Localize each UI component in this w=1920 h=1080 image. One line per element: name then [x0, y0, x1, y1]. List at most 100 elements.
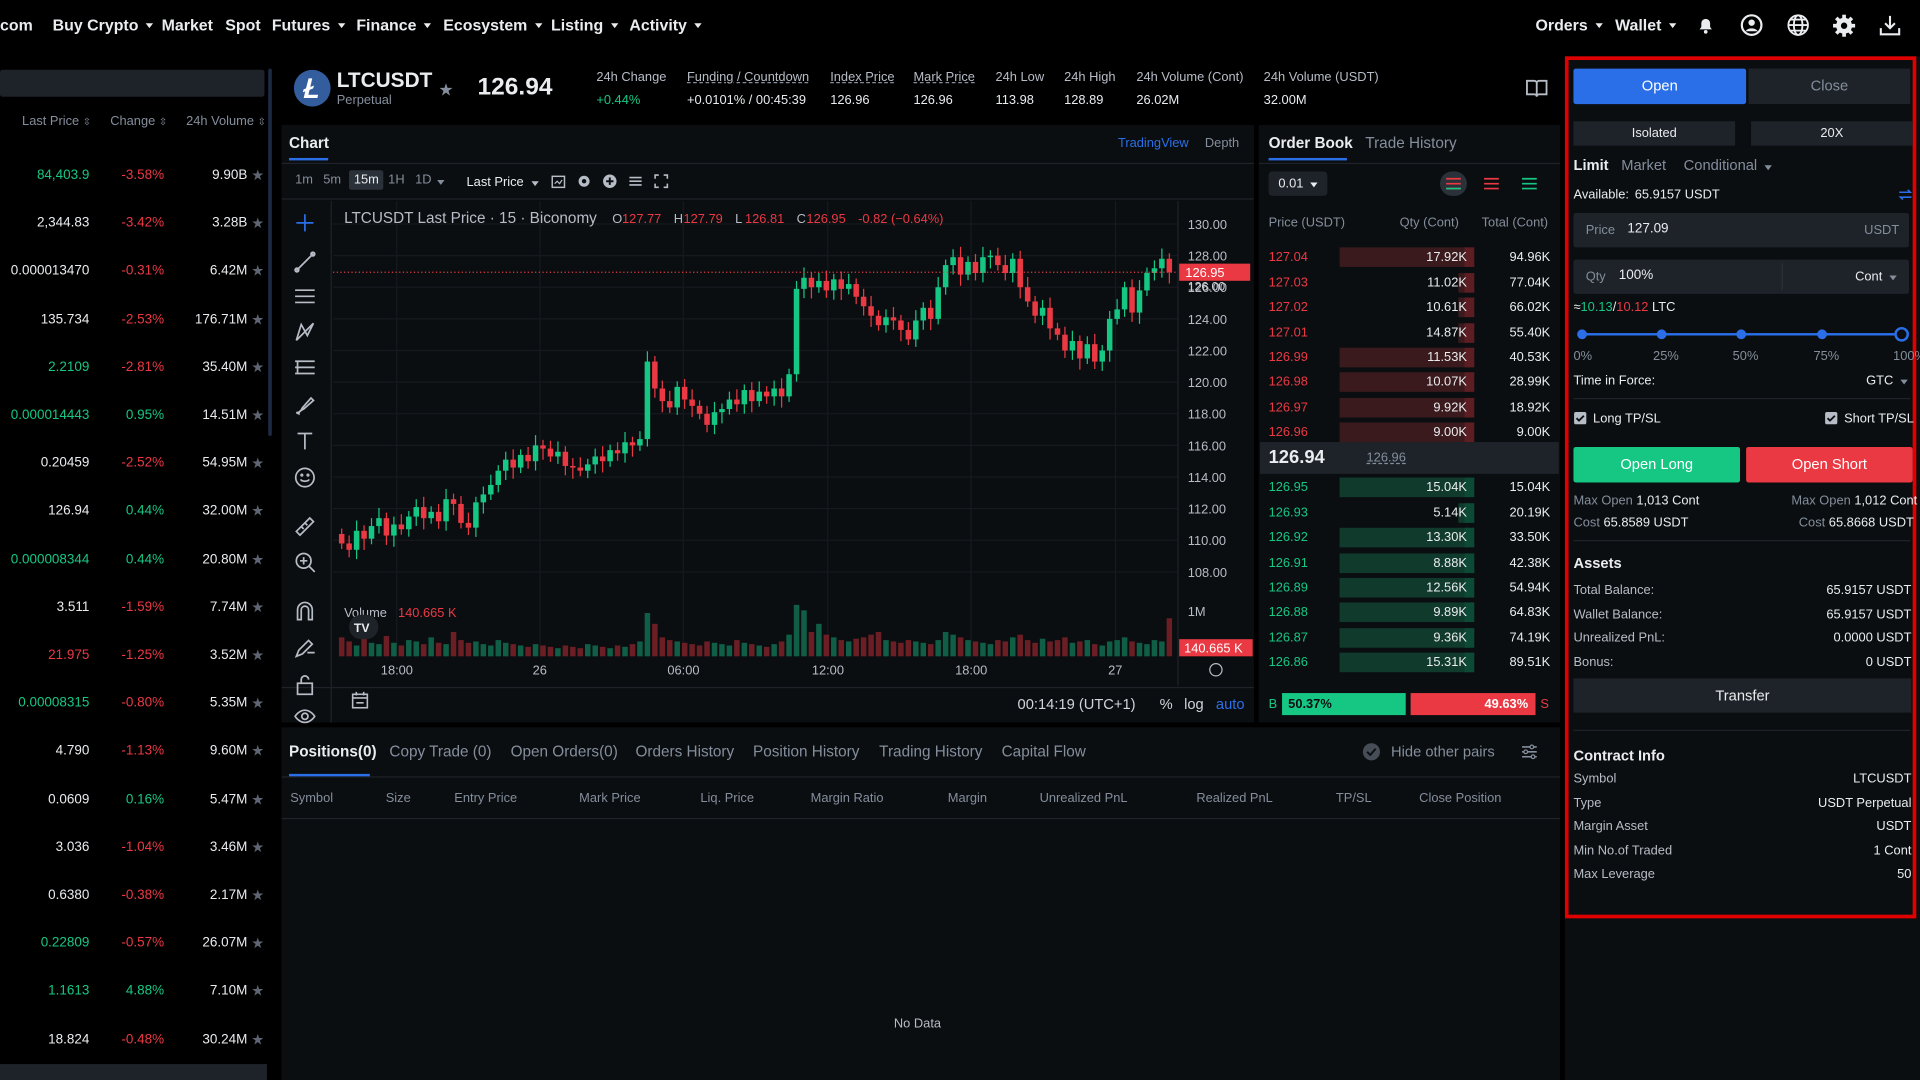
log-toggle[interactable]: log	[1184, 696, 1204, 713]
market-row[interactable]: 1.1613 4.88% 7.10M ★	[0, 968, 267, 1016]
nav-spot[interactable]: Spot	[225, 16, 260, 34]
interval-5m[interactable]: 5m	[323, 170, 341, 190]
market-row[interactable]: 0.0609 0.16% 5.47M ★	[0, 776, 267, 824]
market-scrollbar[interactable]	[268, 68, 272, 436]
slider-stop[interactable]	[1656, 329, 1667, 340]
auto-toggle[interactable]: auto	[1216, 696, 1245, 713]
hide-other-pairs[interactable]: Hide other pairs	[1391, 743, 1495, 760]
open-short-button[interactable]: Open Short	[1746, 446, 1913, 483]
bid-row[interactable]: 126.91 8.88K 42.38K	[1261, 551, 1555, 575]
close-tab-button[interactable]: Close	[1748, 68, 1911, 105]
percent-toggle[interactable]: %	[1160, 696, 1173, 713]
book-icon[interactable]	[1526, 78, 1548, 98]
short-tpsl-label[interactable]: Short TP/SL	[1844, 411, 1914, 426]
favorite-star-icon[interactable]: ★	[251, 167, 264, 184]
fib-icon[interactable]	[294, 358, 316, 380]
market-row[interactable]: 126.94 0.44% 32.00M ★	[0, 488, 267, 536]
favorite-star-icon[interactable]: ★	[251, 599, 264, 616]
favorite-star-icon[interactable]: ★	[251, 359, 264, 376]
nav-ecosystem[interactable]: Ecosystem	[443, 16, 543, 34]
market-row[interactable]: 0.22809 -0.57% 26.07M ★	[0, 920, 267, 968]
nav-activity[interactable]: Activity	[629, 16, 702, 34]
market-row[interactable]: 2.2109 -2.81% 35.40M ★	[0, 344, 267, 392]
favorite-star-icon[interactable]: ★	[251, 407, 264, 424]
open-tab-button[interactable]: Open	[1573, 68, 1747, 105]
favorite-star-icon[interactable]: ★	[251, 695, 264, 712]
qty-input[interactable]: Qty 100% Cont	[1573, 259, 1909, 294]
market-search-input[interactable]	[0, 69, 265, 97]
bid-row[interactable]: 126.86 15.31K 89.51K	[1261, 650, 1555, 674]
ask-row[interactable]: 127.02 10.61K 66.02K	[1261, 295, 1555, 319]
market-row[interactable]: 4.790 -1.13% 9.60M ★	[0, 728, 267, 776]
pitchfork-icon[interactable]	[294, 321, 316, 343]
qty-unit-select[interactable]: Cont	[1855, 269, 1897, 284]
order-type-market[interactable]: Market	[1621, 157, 1666, 174]
nav-wallet[interactable]: Wallet	[1615, 16, 1677, 34]
axis-settings-icon[interactable]	[1209, 663, 1223, 677]
favorite-star-icon[interactable]: ★	[251, 503, 264, 520]
account-icon[interactable]	[1740, 13, 1763, 37]
qty-input-value[interactable]: 100%	[1619, 268, 1653, 283]
tab-chart[interactable]: Chart	[289, 135, 329, 152]
favorite-star-icon[interactable]: ★	[251, 551, 264, 568]
interval-1m[interactable]: 1m	[295, 170, 313, 190]
bid-row[interactable]: 126.93 5.14K 20.19K	[1261, 501, 1555, 525]
precision-select[interactable]: 0.01	[1268, 171, 1328, 196]
market-row[interactable]: 18.824 -0.48% 30.24M ★	[0, 1016, 267, 1064]
text-icon[interactable]	[294, 430, 316, 452]
favorite-star-icon[interactable]: ★	[251, 743, 264, 760]
candlestick-chart[interactable]: 130.00 128.00 126.00 124.00 122.00 120.00 118.…	[333, 200, 1254, 686]
bid-row[interactable]: 126.89 12.56K 54.94K	[1261, 576, 1555, 600]
draw-lock-icon[interactable]	[294, 637, 316, 659]
view-asks-button[interactable]	[1483, 176, 1500, 191]
bell-icon[interactable]	[1695, 13, 1717, 35]
ask-row[interactable]: 126.99 11.53K 40.53K	[1261, 345, 1555, 369]
col-change[interactable]: Change ⇳	[110, 114, 167, 129]
magnet-icon[interactable]	[294, 600, 316, 622]
horizontal-lines-icon[interactable]	[294, 285, 316, 307]
settings-icon[interactable]	[1832, 13, 1856, 37]
col-last-price[interactable]: Last Price ⇳	[22, 114, 91, 129]
brush-icon[interactable]	[294, 394, 316, 416]
leverage-button[interactable]: 20X	[1751, 121, 1913, 146]
long-tpsl-label[interactable]: Long TP/SL	[1593, 411, 1661, 426]
price-input[interactable]: Price 127.09 USDT	[1573, 213, 1909, 248]
slider-stop[interactable]	[1817, 329, 1827, 340]
market-row[interactable]: 0.6380 -0.38% 2.17M ★	[0, 872, 267, 920]
logo[interactable]: com	[0, 16, 33, 34]
slider-handle[interactable]	[1894, 326, 1909, 342]
fullscreen-icon[interactable]	[654, 174, 669, 189]
bid-row[interactable]: 126.88 9.89K 64.83K	[1261, 600, 1555, 624]
margin-mode-button[interactable]: Isolated	[1573, 121, 1736, 146]
ask-row[interactable]: 127.04 17.92K 94.96K	[1261, 245, 1555, 269]
open-long-button[interactable]: Open Long	[1573, 446, 1741, 483]
market-row[interactable]: 2,344.83 -3.42% 3.28B ★	[0, 200, 267, 248]
favorite-star-icon[interactable]: ★	[251, 791, 264, 808]
interval-1H[interactable]: 1H	[388, 170, 404, 190]
market-row[interactable]: 0.00008315 -0.80% 5.35M ★	[0, 680, 267, 728]
favorite-star-icon[interactable]: ★	[251, 311, 264, 328]
market-row[interactable]: 3.511 -1.59% 7.74M ★	[0, 584, 267, 632]
trend-line-icon[interactable]	[294, 251, 316, 273]
transfer-button[interactable]: Transfer	[1573, 678, 1912, 713]
chart-settings-icon[interactable]	[577, 174, 592, 189]
col-volume[interactable]: 24h Volume ⇳	[186, 114, 266, 129]
short-tpsl-checkbox[interactable]	[1824, 411, 1838, 425]
favorite-star-icon[interactable]: ★	[438, 80, 453, 101]
market-row[interactable]: 21.975 -1.25% 3.52M ★	[0, 632, 267, 680]
zoom-in-icon[interactable]	[294, 551, 316, 573]
add-icon[interactable]	[602, 174, 617, 189]
favorite-star-icon[interactable]: ★	[251, 263, 264, 280]
ruler-icon[interactable]	[294, 514, 316, 537]
order-type-conditional[interactable]: Conditional	[1684, 157, 1772, 174]
long-tpsl-checkbox[interactable]	[1573, 411, 1587, 425]
favorite-star-icon[interactable]: ★	[251, 935, 264, 952]
nav-orders[interactable]: Orders	[1536, 16, 1603, 34]
bid-row[interactable]: 126.92 13.30K 33.50K	[1261, 525, 1555, 549]
market-row[interactable]: 2.0987-3.11%41.80M★	[0, 1063, 267, 1080]
market-row[interactable]: 0.20459 -2.52% 54.95M ★	[0, 440, 267, 488]
positions-tab[interactable]: Trading History	[879, 743, 982, 760]
positions-tab[interactable]: Orders History	[636, 743, 735, 760]
interval-1D[interactable]: 1D	[415, 170, 431, 190]
positions-tab[interactable]: Position History	[753, 743, 859, 760]
